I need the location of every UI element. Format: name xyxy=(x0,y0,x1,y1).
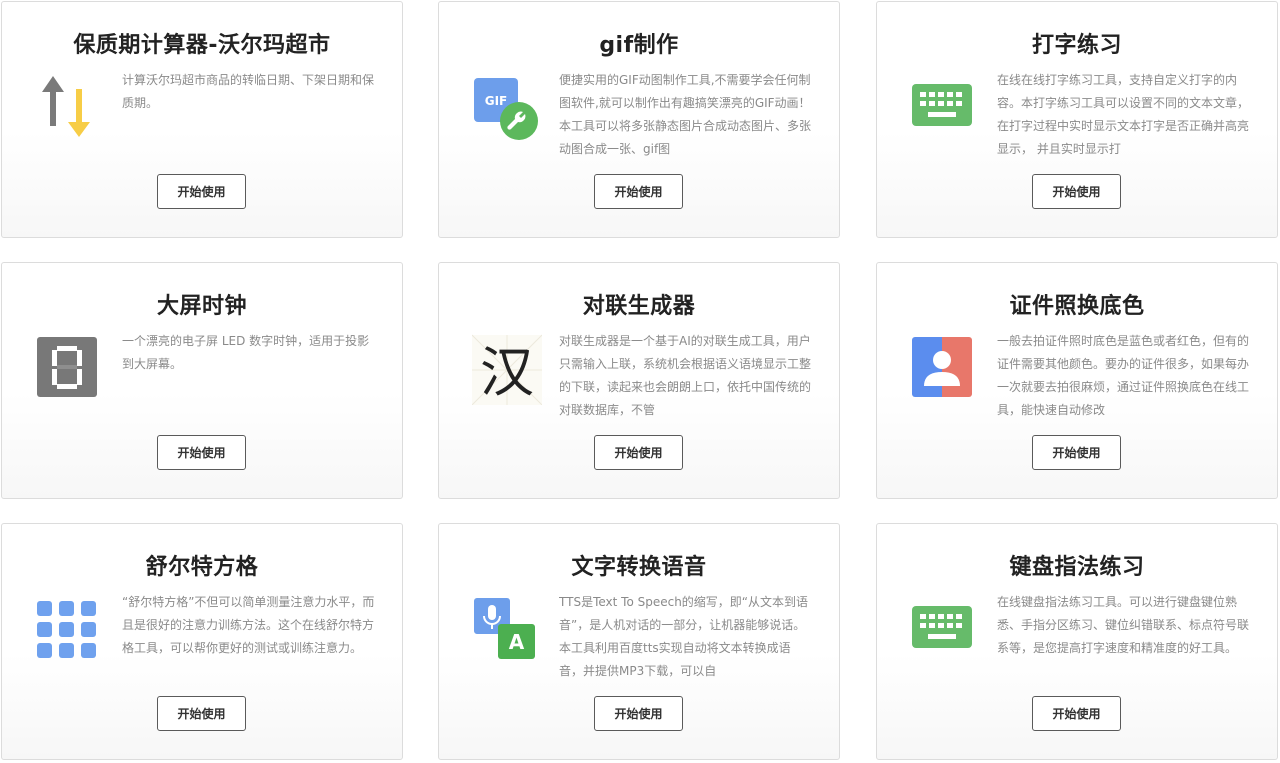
card-description: “舒尔特方格”不但可以简单测量注意力水平，而且是很好的注意力训练方法。这个在线舒… xyxy=(122,595,375,655)
tool-card-keyboard-fingering[interactable]: 键盘指法练习 在线键盘指法练习工具。可以进行键盘键位熟悉、手指分区练习、键位纠错… xyxy=(876,523,1278,760)
card-title: 打字练习 xyxy=(1031,33,1122,58)
han-icon-text: 汉 xyxy=(480,341,534,404)
arrows-up-down-icon xyxy=(35,72,105,144)
card-description: 对联生成器是一个基于AI的对联生成工具，用户只需输入上联，系统机会根据语义语境显… xyxy=(559,334,812,417)
card-description: 一个漂亮的电子屏 LED 数字时钟，适用于投影到大屏幕。 xyxy=(122,334,370,371)
tool-card-big-clock[interactable]: 大屏时钟 一个漂亮的电子屏 LED 数字时钟，适用于投影到大屏幕。 开始使用 xyxy=(1,262,403,499)
tool-card-shelf-life[interactable]: 保质期计算器-沃尔玛超市 计算沃尔玛超市商品的转临日期、下架日期和保质期。 开始… xyxy=(1,1,403,238)
start-button[interactable]: 开始使用 xyxy=(594,696,683,731)
start-button[interactable]: 开始使用 xyxy=(1032,174,1121,209)
card-title: gif制作 xyxy=(599,33,679,58)
card-description: 在线键盘指法练习工具。可以进行键盘键位熟悉、手指分区练习、键位纠错联系、标点符号… xyxy=(997,595,1250,655)
card-title: 保质期计算器-沃尔玛超市 xyxy=(73,33,331,58)
han-character-icon: 汉 xyxy=(472,333,542,405)
id-photo-icon xyxy=(910,333,980,405)
card-title: 键盘指法练习 xyxy=(1009,555,1145,580)
card-description: 计算沃尔玛超市商品的转临日期、下架日期和保质期。 xyxy=(122,73,375,110)
tool-card-text-to-speech[interactable]: 文字转换语音 A TTS是Text To Speech的缩写，即“从文本到语音”… xyxy=(438,523,840,760)
card-title: 舒尔特方格 xyxy=(145,555,259,580)
start-button[interactable]: 开始使用 xyxy=(157,174,246,209)
card-description: TTS是Text To Speech的缩写，即“从文本到语音”，是人机对话的一部… xyxy=(559,595,809,678)
card-title: 证件照换底色 xyxy=(1009,294,1145,319)
start-button[interactable]: 开始使用 xyxy=(1032,435,1121,470)
tool-card-couplet-generator[interactable]: 对联生成器 汉 对联生成器是一个基于AI的对联生成工具，用户只需输入上联，系统机… xyxy=(438,262,840,499)
card-description: 一般去拍证件照时底色是蓝色或者红色，但有的证件需要其他颜色。要办的证件很多，如果… xyxy=(997,334,1250,417)
start-button[interactable]: 开始使用 xyxy=(594,174,683,209)
card-description: 在线在线打字练习工具，支持自定义打字的内容。本打字练习工具可以设置不同的文本文章… xyxy=(997,73,1250,156)
tool-card-id-photo-background[interactable]: 证件照换底色 一般去拍证件照时底色是蓝色或者红色，但有的证件需要其他颜色。要办的… xyxy=(876,262,1278,499)
mic-translate-icon: A xyxy=(472,594,542,666)
start-button[interactable]: 开始使用 xyxy=(594,435,683,470)
led-digit-icon xyxy=(35,333,105,405)
start-button[interactable]: 开始使用 xyxy=(157,696,246,731)
card-description: 便捷实用的GIF动图制作工具,不需要学会任何制图软件,就可以制作出有趣搞笑漂亮的… xyxy=(559,73,812,156)
tool-grid: 保质期计算器-沃尔玛超市 计算沃尔玛超市商品的转临日期、下架日期和保质期。 开始… xyxy=(0,0,1280,763)
keyboard-icon xyxy=(910,72,980,144)
tool-card-typing-practice[interactable]: 打字练习 在线在线打字练习工具，支持自定义打字的内容。本打字练习工具可以设置不同… xyxy=(876,1,1278,238)
start-button[interactable]: 开始使用 xyxy=(157,435,246,470)
card-title: 文字转换语音 xyxy=(571,555,707,580)
start-button[interactable]: 开始使用 xyxy=(1032,696,1121,731)
translate-icon-text: A xyxy=(509,630,525,654)
gif-wrench-icon: GIF xyxy=(472,72,542,144)
tool-card-gif-maker[interactable]: gif制作 GIF 便捷实用的GIF动图制作工具,不需要学会任何制图软件,就可以… xyxy=(438,1,840,238)
gif-icon-text: GIF xyxy=(485,94,508,108)
keyboard-icon xyxy=(910,594,980,666)
card-title: 对联生成器 xyxy=(582,294,696,319)
tool-card-schulte-grid[interactable]: 舒尔特方格 “舒尔特方格”不但可以简单测量注意力水平，而且是很好的注意力训练方法… xyxy=(1,523,403,760)
card-title: 大屏时钟 xyxy=(156,294,247,319)
grid-dots-icon xyxy=(35,594,105,666)
